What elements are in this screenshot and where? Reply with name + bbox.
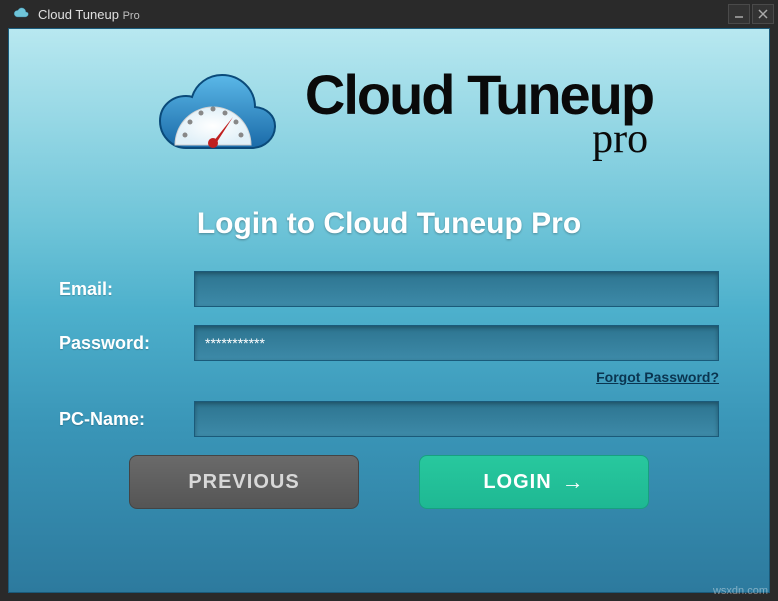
forgot-password-link[interactable]: Forgot Password?: [596, 369, 719, 385]
previous-button-label: PREVIOUS: [188, 471, 299, 494]
logo-area: Cloud Tuneup pro: [125, 57, 653, 172]
login-heading: Login to Cloud Tuneup Pro: [197, 207, 581, 241]
logo-sub-text: pro: [305, 115, 648, 163]
watermark: wsxdn.com: [713, 585, 768, 597]
button-row: PREVIOUS LOGIN →: [59, 455, 719, 509]
login-form: Email: Password: Forgot Password? PC-Nam…: [59, 271, 719, 509]
content-area: Cloud Tuneup pro Login to Cloud Tuneup P…: [8, 28, 770, 593]
titlebar-left: Cloud Tuneup Pro: [4, 5, 728, 24]
cloud-mini-icon: [4, 5, 38, 24]
pcname-row: PC-Name:: [59, 401, 719, 437]
login-button-label: LOGIN: [483, 471, 551, 494]
arrow-right-icon: →: [562, 469, 585, 495]
titlebar: Cloud Tuneup Pro: [0, 0, 778, 28]
password-row: Password:: [59, 325, 719, 361]
password-input[interactable]: [194, 325, 719, 361]
forgot-password-row: Forgot Password?: [59, 369, 719, 387]
previous-button[interactable]: PREVIOUS: [129, 455, 359, 509]
pcname-input[interactable]: [194, 401, 719, 437]
email-label: Email:: [59, 279, 194, 300]
login-button[interactable]: LOGIN →: [419, 455, 649, 509]
cloud-logo-icon: [125, 57, 285, 172]
window-title: Cloud Tuneup Pro: [38, 7, 140, 22]
email-input[interactable]: [194, 271, 719, 307]
close-button[interactable]: [752, 4, 774, 24]
titlebar-buttons: [728, 4, 774, 24]
app-window: Cloud Tuneup Pro: [0, 0, 778, 601]
minimize-button[interactable]: [728, 4, 750, 24]
pcname-label: PC-Name:: [59, 409, 194, 430]
password-label: Password:: [59, 333, 194, 354]
logo-text-group: Cloud Tuneup pro: [305, 67, 653, 163]
email-row: Email:: [59, 271, 719, 307]
